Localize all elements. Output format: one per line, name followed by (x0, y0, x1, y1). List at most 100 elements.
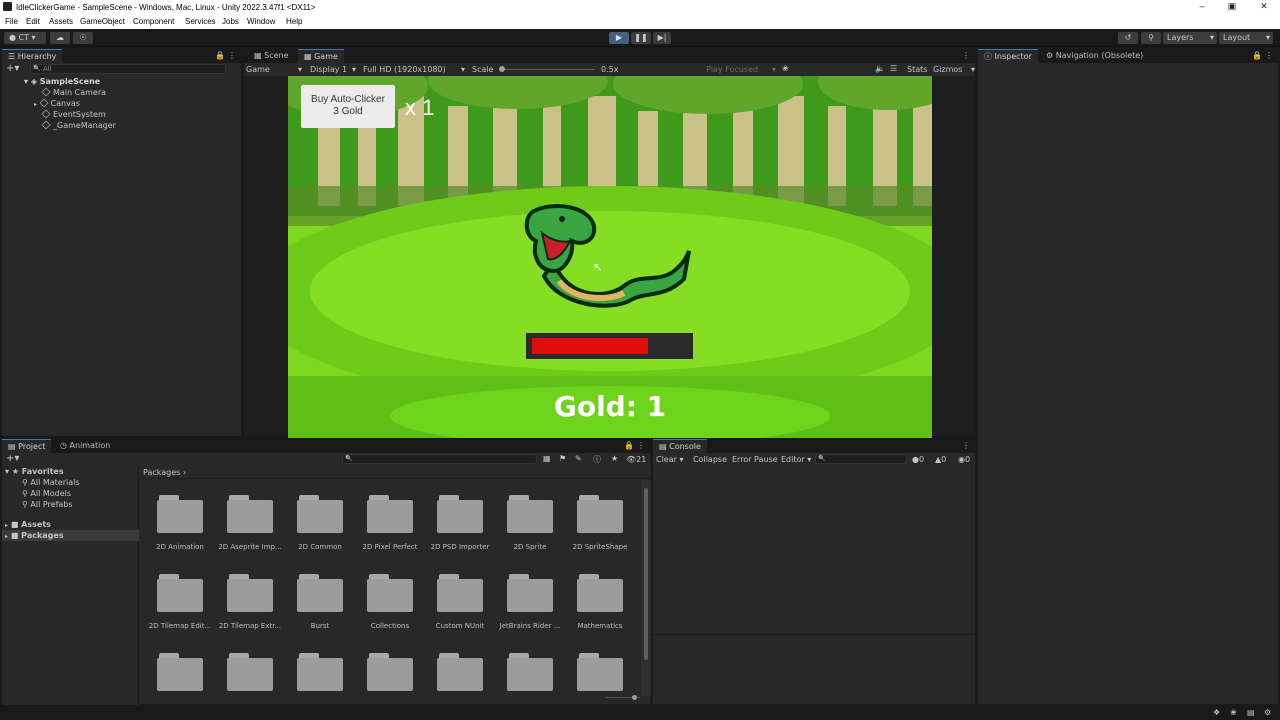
assets-root[interactable]: ▸ ■ Assets (5, 519, 51, 530)
tab-inspector[interactable]: ⓘ Inspector (978, 49, 1038, 63)
icon-size-slider-handle[interactable] (632, 695, 637, 700)
folder-label[interactable]: 2D PSD Importer (425, 543, 495, 551)
snake-head[interactable] (524, 204, 597, 274)
stats-button[interactable]: Stats (907, 65, 927, 74)
expand-arrow-icon[interactable]: ▸ (5, 533, 8, 540)
info-icon[interactable]: ⓘ (593, 454, 601, 465)
folder-label[interactable]: 2D Common (285, 543, 355, 551)
folder-icon[interactable] (227, 495, 273, 533)
display-dropdown[interactable]: Display 1 ▾ (310, 65, 356, 74)
hidden-packages-count[interactable]: 👁21 (626, 455, 646, 464)
hierarchy-item-gamemanager[interactable]: _GameManager (41, 120, 116, 131)
folder-icon[interactable] (507, 574, 553, 612)
menu-file[interactable]: File (5, 17, 18, 26)
menu-jobs[interactable]: Jobs (222, 17, 239, 26)
minimize-icon[interactable]: – (1188, 1, 1216, 14)
log-count-toggle[interactable]: ●0 (912, 455, 924, 464)
folder-icon[interactable] (367, 653, 413, 691)
hierarchy-item-main-camera[interactable]: Main Camera (41, 87, 106, 98)
hierarchy-item-eventsystem[interactable]: EventSystem (41, 109, 106, 120)
filter-tag-icon[interactable]: ✎ (575, 454, 582, 463)
scene-row[interactable]: ▾ ◈ SampleScene (24, 76, 100, 87)
console-search-input[interactable] (815, 454, 907, 464)
tab-console[interactable]: ▤ Console (653, 439, 707, 453)
game-viewport[interactable]: Buy Auto-Clicker 3 Gold x 1 ↖ Gold: 1 (288, 76, 932, 438)
snake-enemy[interactable] (524, 201, 694, 311)
add-icon[interactable]: +▾ (6, 63, 19, 74)
tab-project[interactable]: ▤ Project (2, 439, 52, 453)
folder-icon[interactable] (297, 495, 343, 533)
menu-assets[interactable]: Assets (49, 17, 73, 26)
folder-label[interactable]: Mathematics (565, 622, 635, 630)
folder-label[interactable]: 2D Tilemap Edit... (145, 622, 215, 630)
expand-arrow-icon[interactable]: ▸ (5, 522, 8, 529)
folder-label[interactable]: 2D Animation (145, 543, 215, 551)
debug-icon[interactable]: ❀ (1230, 708, 1237, 717)
layout-dropdown[interactable]: Layout ▾ (1219, 32, 1273, 44)
project-scrollbar-thumb[interactable] (644, 488, 648, 660)
close-icon[interactable]: ✕ (1250, 1, 1278, 14)
warning-count-toggle[interactable]: ▲0 (935, 455, 946, 464)
hierarchy-search-input[interactable]: All (30, 64, 226, 74)
settings-icon[interactable]: ⚙ (1264, 708, 1271, 717)
favorite-item-models[interactable]: ⚲ All Models (22, 488, 71, 499)
project-search-input[interactable] (342, 454, 537, 464)
error-pause-button[interactable]: Error Pause (732, 455, 778, 464)
folder-icon[interactable] (157, 653, 203, 691)
account-button[interactable]: ● CT ▾ (4, 32, 46, 44)
resolution-dropdown[interactable]: Full HD (1920x1080) ▾ (363, 65, 465, 74)
folder-label[interactable]: Custom NUnit (425, 622, 495, 630)
buy-auto-clicker-button[interactable]: Buy Auto-Clicker 3 Gold (301, 85, 395, 128)
expand-arrow-icon[interactable]: ▾ (24, 77, 28, 86)
hierarchy-item-canvas[interactable]: ▸ Canvas (34, 98, 80, 109)
filter-label-icon[interactable]: ⚑ (559, 454, 566, 463)
favorite-item-materials[interactable]: ⚲ All Materials (22, 477, 80, 488)
folder-label[interactable]: 2D SpriteShape (565, 543, 635, 551)
filter-type-icon[interactable]: ▦ (543, 454, 551, 463)
folder-icon[interactable] (297, 653, 343, 691)
progress-icon[interactable]: ❖ (1213, 708, 1220, 717)
editor-dropdown[interactable]: Editor ▾ (781, 455, 811, 464)
search-icon[interactable]: ⚲ (1141, 32, 1161, 44)
kebab-menu-icon[interactable]: ⋮ (228, 51, 236, 60)
folder-label[interactable]: Collections (355, 622, 425, 630)
tab-hierarchy[interactable]: ☰ Hierarchy (2, 49, 63, 63)
breadcrumb-packages[interactable]: Packages › (143, 468, 186, 477)
project-scrollbar[interactable] (641, 480, 651, 696)
folder-label[interactable]: 2D Tilemap Extr... (215, 622, 285, 630)
kebab-menu-icon[interactable]: ⋮ (1265, 51, 1273, 60)
pause-button[interactable]: ❚❚ (631, 32, 651, 44)
collapse-button[interactable]: Collapse (693, 455, 727, 464)
mute-audio-icon[interactable]: 🔈 (875, 64, 885, 73)
menu-gameobject[interactable]: GameObject (80, 17, 125, 26)
folder-icon[interactable] (577, 653, 623, 691)
folder-icon[interactable] (157, 574, 203, 612)
console-divider[interactable] (653, 634, 975, 635)
kebab-menu-icon[interactable]: ⋮ (637, 441, 645, 450)
folder-icon[interactable] (157, 495, 203, 533)
clear-button[interactable]: Clear ▾ (656, 455, 683, 464)
expand-arrow-icon[interactable]: ▸ (34, 101, 37, 108)
icon-size-slider[interactable] (606, 695, 640, 700)
game-mode-dropdown[interactable]: Game ▾ (246, 65, 302, 74)
folder-icon[interactable] (437, 574, 483, 612)
folder-icon[interactable] (367, 574, 413, 612)
step-button[interactable]: ▶| (653, 32, 671, 44)
play-focused-dropdown[interactable]: Play Focused ▾ (706, 65, 776, 74)
lock-icon[interactable]: 🔒 (1252, 51, 1262, 60)
tab-navigation[interactable]: ⚙ Navigation (Obsolete) (1040, 49, 1149, 63)
folder-label[interactable]: 2D Pixel Perfect (355, 543, 425, 551)
tab-animation[interactable]: ◷ Animation (54, 439, 116, 453)
favorite-star-icon[interactable]: ★ (611, 454, 618, 463)
folder-icon[interactable] (367, 495, 413, 533)
folder-icon[interactable] (297, 574, 343, 612)
packages-root[interactable]: ▸ ■ Packages (2, 530, 139, 541)
folder-icon[interactable] (577, 495, 623, 533)
folder-icon[interactable] (437, 653, 483, 691)
folder-icon[interactable] (507, 653, 553, 691)
folder-label[interactable]: Burst (285, 622, 355, 630)
tab-game[interactable]: ▦ Game (298, 49, 344, 63)
folder-icon[interactable] (577, 574, 623, 612)
maximize-icon[interactable]: ▣ (1218, 1, 1246, 14)
menu-component[interactable]: Component (133, 17, 174, 26)
